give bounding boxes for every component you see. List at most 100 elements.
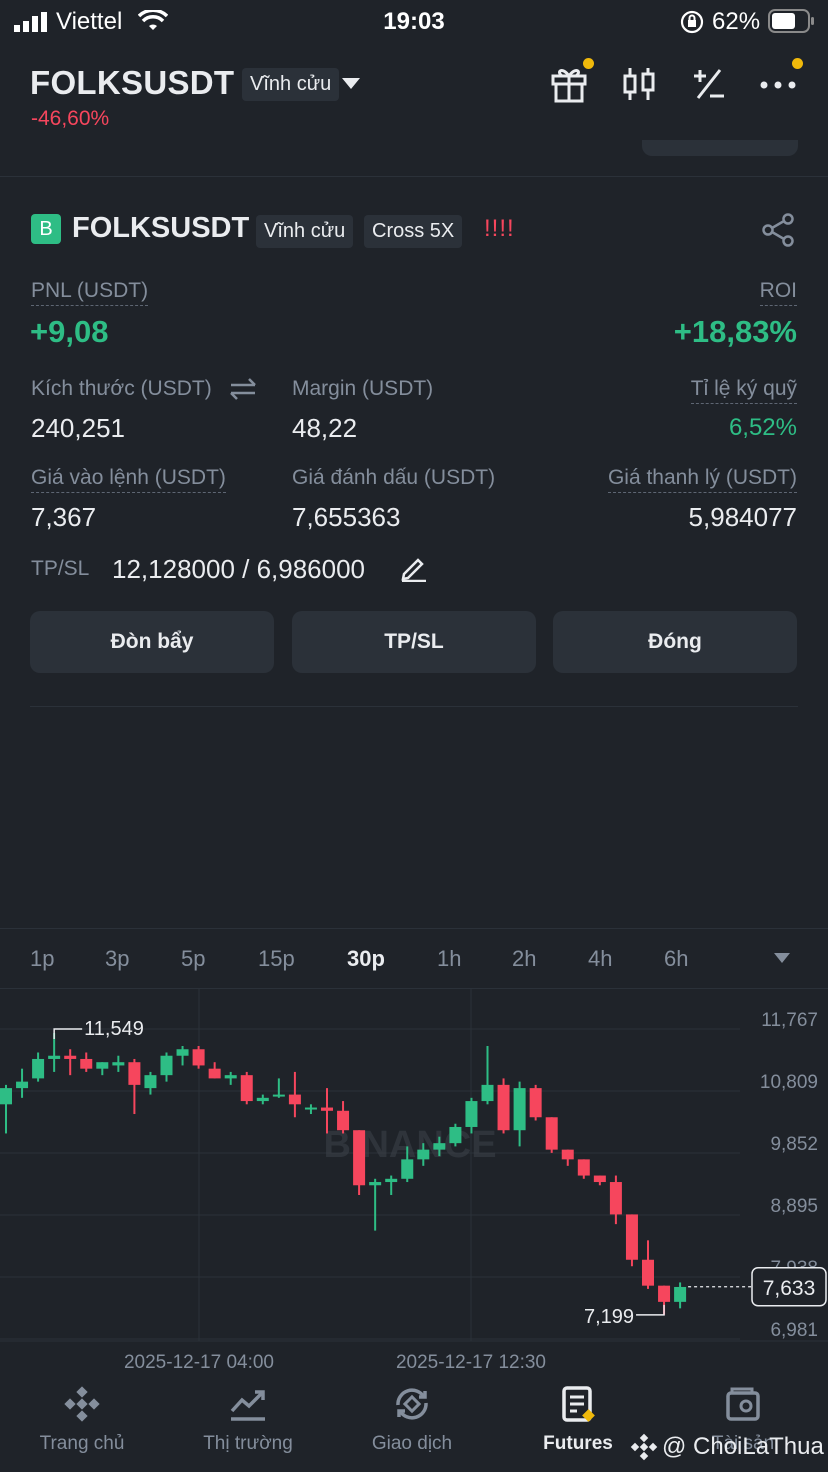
candle	[256, 1094, 269, 1105]
timeframe-tab-30p[interactable]: 30p	[347, 946, 385, 972]
y-axis-label: 10,809	[760, 1072, 818, 1093]
nav-item-label: Trang chủ	[39, 1433, 125, 1454]
market-chart-icon	[230, 1390, 265, 1421]
candle	[385, 1175, 398, 1195]
tpsl-button[interactable]: TP/SL	[292, 611, 536, 673]
wallet-icon	[726, 1387, 760, 1421]
nav-item-giao-dịch[interactable]: Giao dịch	[342, 1385, 482, 1455]
divider	[30, 706, 798, 707]
nav-item-label: Thị trường	[203, 1433, 293, 1454]
y-axis-label: 8,895	[770, 1196, 818, 1217]
candle	[80, 1052, 93, 1072]
share-icon[interactable]	[760, 212, 796, 248]
margin-ratio-label[interactable]: Tỉ lệ ký quỹ	[690, 377, 797, 404]
candle	[128, 1058, 141, 1115]
candle	[609, 1175, 622, 1225]
entry-price-value: 7,367	[31, 502, 97, 532]
futures-doc-icon	[562, 1386, 595, 1422]
position-side-badge: B	[31, 214, 61, 244]
price-chart[interactable]: 11,76710,8099,8528,8957,9386,9812025-12-…	[0, 989, 828, 1384]
x-axis-label: 2025-12-17 04:00	[124, 1352, 274, 1373]
candle	[369, 1178, 382, 1231]
binance-logo-icon	[64, 1386, 100, 1422]
nav-item-label: Giao dịch	[371, 1433, 453, 1454]
risk-indicator: !!!!	[484, 215, 515, 242]
more-icon[interactable]	[760, 80, 796, 90]
timeframe-tab-5p[interactable]: 5p	[181, 946, 205, 972]
candlestick-chart-icon[interactable]	[622, 66, 656, 102]
candle	[192, 1046, 205, 1069]
y-axis-label: 11,767	[761, 1010, 818, 1031]
leverage-button[interactable]: Đòn bẩy	[30, 611, 274, 673]
candle	[304, 1104, 317, 1115]
header-contract-type[interactable]: Vĩnh cửu	[242, 68, 340, 101]
collapsed-panel-handle[interactable]	[642, 140, 798, 156]
battery-icon	[768, 9, 814, 33]
timeframe-tab-15p[interactable]: 15p	[258, 946, 295, 972]
nav-item-thị-trường[interactable]: Thị trường	[178, 1385, 318, 1455]
candle	[449, 1123, 462, 1147]
candle	[208, 1062, 221, 1079]
timeframe-tab-3p[interactable]: 3p	[105, 946, 129, 972]
candle	[577, 1159, 590, 1179]
nav-item-futures[interactable]: Futures	[508, 1385, 648, 1455]
timeframe-tab-1h[interactable]: 1h	[437, 946, 461, 972]
y-axis-label: 6,981	[770, 1320, 818, 1341]
binance-logo-icon	[630, 1433, 658, 1461]
margin-ratio-value: 6,52%	[728, 414, 797, 441]
candle	[337, 1101, 350, 1134]
current-price-label: 7,633	[763, 1277, 816, 1300]
candle	[96, 1062, 109, 1076]
mark-price-label: Giá đánh dấu (USDT)	[292, 466, 496, 489]
rotation-lock-icon	[680, 10, 704, 34]
nav-item-trang-chủ[interactable]: Trang chủ	[12, 1385, 152, 1455]
low-price-label: 7,199	[584, 1306, 634, 1328]
candle	[240, 1071, 253, 1105]
divider	[0, 928, 828, 929]
pnl-label[interactable]: PNL (USDT)	[31, 279, 149, 306]
more-notification-dot	[792, 58, 803, 69]
entry-price-label[interactable]: Giá vào lệnh (USDT)	[31, 466, 226, 493]
x-axis-label: 2025-12-17 12:30	[396, 1352, 546, 1373]
pnl-value: +9,08	[30, 314, 109, 349]
margin-value: 48,22	[292, 413, 358, 443]
gift-icon[interactable]	[550, 64, 588, 104]
trade-swap-icon	[396, 1388, 428, 1420]
divider	[0, 176, 828, 177]
position-contract-type: Vĩnh cửu	[256, 215, 354, 248]
calculator-icon[interactable]	[692, 66, 726, 102]
roi-label[interactable]: ROI	[759, 279, 797, 306]
tpsl-value: 12,128000 / 6,986000	[112, 554, 366, 584]
position-symbol[interactable]: FOLKSUSDT	[72, 212, 249, 245]
swap-arrows-icon[interactable]	[229, 378, 257, 400]
timeframe-tab-6h[interactable]: 6h	[664, 946, 688, 972]
candle	[224, 1071, 237, 1085]
liquidation-price-label[interactable]: Giá thanh lý (USDT)	[607, 466, 797, 493]
battery-percent: 62%	[712, 8, 761, 35]
candle	[288, 1071, 301, 1118]
high-marker-line	[53, 1028, 83, 1040]
candle	[176, 1046, 189, 1066]
candle	[353, 1130, 366, 1195]
tpsl-label: TP/SL	[31, 557, 90, 580]
edit-pencil-icon[interactable]	[400, 554, 428, 582]
candle	[160, 1052, 173, 1082]
timeframe-tab-2h[interactable]: 2h	[512, 946, 536, 972]
candle	[497, 1078, 510, 1134]
chevron-down-icon[interactable]	[342, 78, 360, 90]
candle	[529, 1084, 542, 1121]
candle	[642, 1240, 654, 1289]
candle	[561, 1149, 574, 1166]
candle	[545, 1117, 558, 1153]
timeframe-tab-1p[interactable]: 1p	[30, 946, 54, 972]
header-symbol[interactable]: FOLKSUSDT	[30, 64, 234, 102]
size-label: Kích thước (USDT)	[31, 377, 212, 400]
close-position-button[interactable]: Đóng	[553, 611, 797, 673]
candle	[272, 1078, 285, 1098]
timeframe-tab-4h[interactable]: 4h	[588, 946, 612, 972]
candle	[16, 1068, 29, 1098]
candle	[64, 1049, 77, 1076]
position-margin-mode[interactable]: Cross 5X	[364, 215, 463, 248]
candle	[625, 1214, 638, 1267]
timeframe-dropdown-icon[interactable]	[774, 953, 790, 964]
